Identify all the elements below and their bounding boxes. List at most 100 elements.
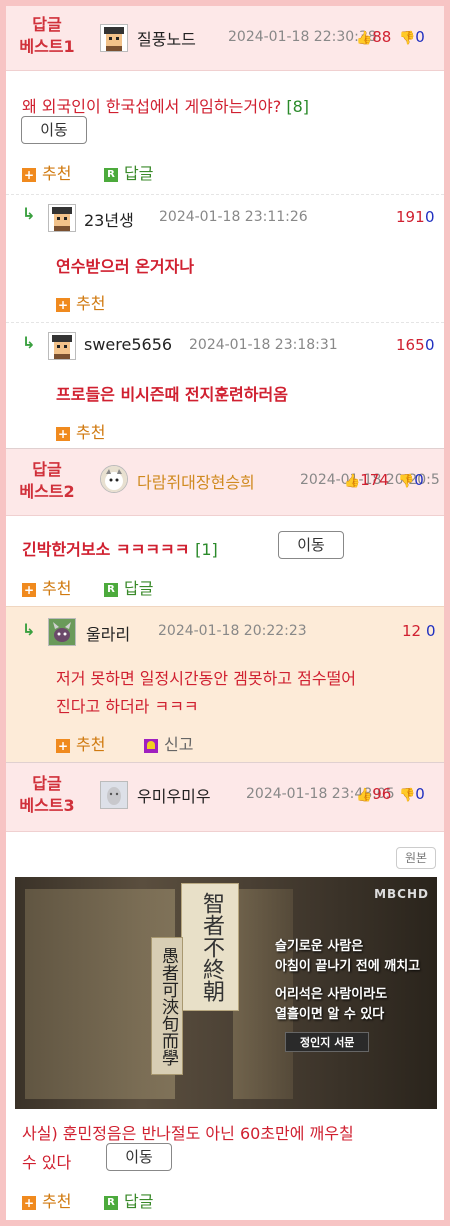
downvote-count[interactable]: 0 <box>425 208 435 226</box>
nickname[interactable]: 질풍노드 <box>137 26 196 50</box>
plus-icon: + <box>56 426 70 441</box>
upvote-count: 88 <box>372 28 392 46</box>
downvote-count: 0 <box>414 471 424 489</box>
avatar[interactable] <box>100 465 128 493</box>
best-comment-header-2: 답글 베스트2 다람쥐대장현승희 2024-01-18 20:20:5 👍174… <box>6 449 444 516</box>
thumb-up-icon: 👍 <box>344 474 361 489</box>
avatar-face-icon <box>101 782 127 808</box>
avatar[interactable] <box>48 332 76 360</box>
downvote[interactable]: 👎0 <box>399 28 425 46</box>
comment-title[interactable]: 왜 외국인이 한국섭에서 게임하는거야? [8] <box>22 93 309 117</box>
reply-count: [8] <box>286 97 310 116</box>
broadcaster-logo: MBCHD <box>374 887 429 901</box>
recommend-button[interactable]: + 추천 <box>56 731 105 755</box>
recommend-button[interactable]: + 추천 <box>56 290 105 314</box>
upvote-count[interactable]: 191 <box>396 208 425 226</box>
plus-icon: + <box>56 738 70 753</box>
caption-3: 어리석은 사람이라도 <box>275 987 388 1002</box>
divider <box>6 194 444 195</box>
avatar[interactable] <box>100 24 128 52</box>
avatar-pixel-icon <box>101 25 127 51</box>
timestamp: 2024-01-18 23:11:26 <box>159 209 308 225</box>
caption-4: 열흘이면 알 수 있다 <box>275 1007 385 1022</box>
best-label-top: 답글 <box>32 460 62 479</box>
downvote[interactable]: 👎0 <box>399 785 425 803</box>
upvote[interactable]: 👍96 <box>356 785 391 803</box>
reply-text: 연수받으러 온거자나 <box>56 257 195 276</box>
nickname[interactable]: 23년생 <box>84 207 134 231</box>
upvote-count: 174 <box>360 471 389 489</box>
best-rank: 베스트2 <box>19 482 75 501</box>
divider <box>6 322 444 323</box>
move-button[interactable]: 이동 <box>106 1143 172 1171</box>
thumb-down-icon: 👎 <box>399 788 416 803</box>
thumb-down-icon: 👎 <box>399 31 416 46</box>
best-label: 답글 베스트2 <box>14 459 80 503</box>
recommend-label: 추천 <box>76 294 106 313</box>
plus-icon: + <box>22 167 36 182</box>
reply-label: 답글 <box>124 164 154 183</box>
report-icon <box>144 738 158 753</box>
scroll-banner: 智者不終朝 <box>181 883 239 1011</box>
downvote-count[interactable]: 0 <box>425 336 435 354</box>
recommend-button[interactable]: + 추천 <box>22 1188 71 1212</box>
best-label: 답글 베스트1 <box>14 14 80 58</box>
reply-text-line2: 진다고 하더라 ㅋㅋㅋ <box>56 697 199 716</box>
reply-button[interactable]: R 답글 <box>104 575 153 599</box>
reply-button[interactable]: R 답글 <box>104 1188 153 1212</box>
upvote-count[interactable]: 165 <box>396 336 425 354</box>
report-label: 신고 <box>164 735 194 754</box>
downvote-count: 0 <box>415 785 425 803</box>
reply-icon: R <box>104 1195 118 1210</box>
nickname[interactable]: 다람쥐대장현승희 <box>137 469 255 493</box>
recommend-label: 추천 <box>42 164 72 183</box>
reply-label: 답글 <box>124 1192 154 1211</box>
avatar[interactable] <box>100 781 128 809</box>
caption-1: 슬기로운 사람은 <box>275 939 364 954</box>
reply-icon: R <box>104 582 118 597</box>
recommend-label: 추천 <box>42 1192 72 1211</box>
avatar[interactable] <box>48 618 76 646</box>
reply-icon: R <box>104 167 118 182</box>
upvote[interactable]: 👍174 <box>344 471 389 489</box>
downvote[interactable]: 👎0 <box>398 471 424 489</box>
timestamp: 2024-01-18 22:30:38 <box>228 29 377 45</box>
comment-text-line2: 수 있다 <box>22 1153 72 1172</box>
comment-title-text: 긴박한거보소 ㅋㅋㅋㅋㅋ <box>22 540 190 559</box>
recommend-label: 추천 <box>76 735 106 754</box>
recommend-button[interactable]: + 추천 <box>56 419 105 443</box>
attached-image[interactable]: 智者不終朝 愚者可浹旬而學 MBCHD 슬기로운 사람은 아침이 끝나기 전에 … <box>15 877 437 1109</box>
timestamp: 2024-01-18 23:18:31 <box>189 337 338 353</box>
upvote[interactable]: 👍88 <box>356 28 391 46</box>
downvote-count: 0 <box>415 28 425 46</box>
scroll-subbanner: 愚者可浹旬而學 <box>151 937 183 1075</box>
comment-title[interactable]: 긴박한거보소 ㅋㅋㅋㅋㅋ [1] <box>22 536 218 560</box>
recommend-button[interactable]: + 추천 <box>22 160 71 184</box>
caption-2: 아침이 끝나기 전에 깨치고 <box>275 959 421 974</box>
move-button[interactable]: 이동 <box>21 116 87 144</box>
original-image-button[interactable]: 원본 <box>396 847 436 869</box>
thumb-up-icon: 👍 <box>356 788 373 803</box>
reply-button[interactable]: R 답글 <box>104 160 153 184</box>
recommend-label: 추천 <box>42 579 72 598</box>
comment-title-text: 왜 외국인이 한국섭에서 게임하는거야? <box>22 97 282 116</box>
downvote-count[interactable]: 0 <box>426 622 436 640</box>
upvote-count[interactable]: 12 <box>402 622 421 640</box>
move-button[interactable]: 이동 <box>278 531 344 559</box>
nickname[interactable]: swere5656 <box>84 335 172 354</box>
caption-source: 정인지 서문 <box>285 1032 370 1052</box>
avatar[interactable] <box>48 204 76 232</box>
recommend-button[interactable]: + 추천 <box>22 575 71 599</box>
avatar-cat-icon <box>101 466 127 492</box>
plus-icon: + <box>56 297 70 312</box>
best-comment-header-3: 답글 베스트3 우미우미우 2024-01-18 23:48:05 👍96 👎0 <box>6 763 444 832</box>
nickname[interactable]: 우미우미우 <box>137 783 211 807</box>
best-label: 답글 베스트3 <box>14 773 80 817</box>
report-button[interactable]: 신고 <box>144 731 193 755</box>
best-label-top: 답글 <box>32 15 62 34</box>
reply-count: [1] <box>195 540 218 559</box>
upvote-count: 96 <box>372 785 392 803</box>
plus-icon: + <box>22 582 36 597</box>
nickname[interactable]: 울라리 <box>86 621 130 645</box>
timestamp: 2024-01-18 20:22:23 <box>158 623 307 639</box>
